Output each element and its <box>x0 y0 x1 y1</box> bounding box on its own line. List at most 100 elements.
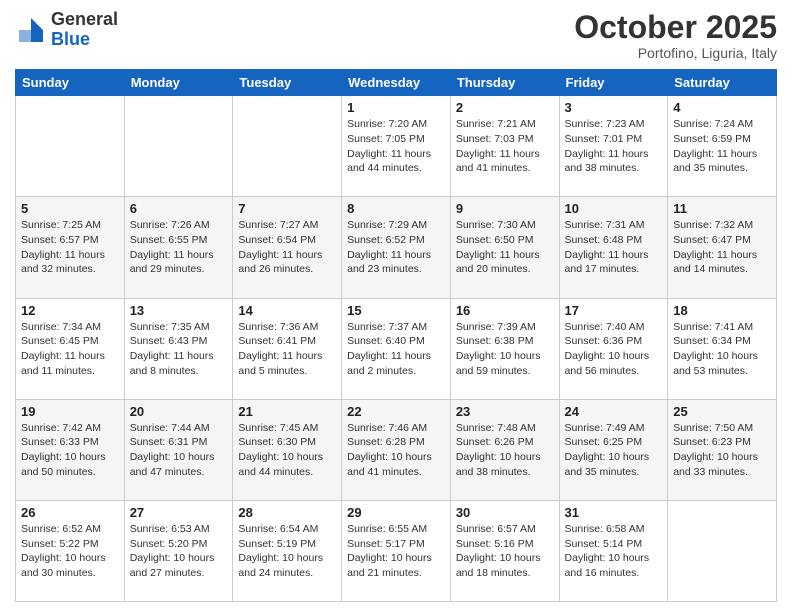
day-info: Sunrise: 7:35 AMSunset: 6:43 PMDaylight:… <box>130 320 228 379</box>
day-info: Sunrise: 7:45 AMSunset: 6:30 PMDaylight:… <box>238 421 336 480</box>
calendar-cell-w4-d4: 30Sunrise: 6:57 AMSunset: 5:16 PMDayligh… <box>450 500 559 601</box>
calendar-cell-w2-d0: 12 Sunrise: 7:34 AMSunset: 6:45 PMDayligh… <box>16 298 125 399</box>
day-info: Sunrise: 7:49 AMSunset: 6:25 PMDaylight:… <box>565 421 663 480</box>
day-number: 4 <box>673 100 771 115</box>
calendar-cell-w2-d4: 16 Sunrise: 7:39 AMSunset: 6:38 PMDayligh… <box>450 298 559 399</box>
day-info: Sunrise: 7:36 AMSunset: 6:41 PMDaylight:… <box>238 320 336 379</box>
calendar-cell-w1-d3: 8 Sunrise: 7:29 AMSunset: 6:52 PMDaylight… <box>342 197 451 298</box>
day-info: Sunrise: 6:53 AMSunset: 5:20 PMDaylight:… <box>130 522 228 581</box>
day-number: 22 <box>347 404 445 419</box>
day-number: 9 <box>456 201 554 216</box>
logo-text: General Blue <box>51 10 118 50</box>
weekday-header-row: Sunday Monday Tuesday Wednesday Thursday… <box>16 70 777 96</box>
day-info: Sunrise: 6:55 AMSunset: 5:17 PMDaylight:… <box>347 522 445 581</box>
header-tuesday: Tuesday <box>233 70 342 96</box>
calendar-cell-w0-d4: 2 Sunrise: 7:21 AMSunset: 7:03 PMDaylight… <box>450 96 559 197</box>
logo: General Blue <box>15 10 118 50</box>
day-number: 19 <box>21 404 119 419</box>
week-row-2: 12 Sunrise: 7:34 AMSunset: 6:45 PMDayligh… <box>16 298 777 399</box>
day-number: 29 <box>347 505 445 520</box>
day-number: 7 <box>238 201 336 216</box>
calendar-cell-w3-d3: 22 Sunrise: 7:46 AMSunset: 6:28 PMDayligh… <box>342 399 451 500</box>
day-info: Sunrise: 7:39 AMSunset: 6:38 PMDaylight:… <box>456 320 554 379</box>
calendar-cell-w3-d0: 19 Sunrise: 7:42 AMSunset: 6:33 PMDayligh… <box>16 399 125 500</box>
day-number: 8 <box>347 201 445 216</box>
day-number: 28 <box>238 505 336 520</box>
calendar-cell-w1-d5: 10Sunrise: 7:31 AMSunset: 6:48 PMDayligh… <box>559 197 668 298</box>
day-info: Sunrise: 7:29 AMSunset: 6:52 PMDaylight:… <box>347 218 445 277</box>
title-block: October 2025 Portofino, Liguria, Italy <box>574 10 777 61</box>
calendar-cell-w1-d0: 5 Sunrise: 7:25 AMSunset: 6:57 PMDaylight… <box>16 197 125 298</box>
calendar-cell-w1-d1: 6Sunrise: 7:26 AMSunset: 6:55 PMDaylight… <box>124 197 233 298</box>
day-info: Sunrise: 6:52 AMSunset: 5:22 PMDaylight:… <box>21 522 119 581</box>
day-number: 2 <box>456 100 554 115</box>
calendar-cell-w3-d2: 21 Sunrise: 7:45 AMSunset: 6:30 PMDayligh… <box>233 399 342 500</box>
logo-general: General <box>51 9 118 29</box>
week-row-4: 26 Sunrise: 6:52 AMSunset: 5:22 PMDayligh… <box>16 500 777 601</box>
week-row-3: 19 Sunrise: 7:42 AMSunset: 6:33 PMDayligh… <box>16 399 777 500</box>
calendar-cell-w2-d3: 15 Sunrise: 7:37 AMSunset: 6:40 PMDayligh… <box>342 298 451 399</box>
day-number: 16 <box>456 303 554 318</box>
day-number: 1 <box>347 100 445 115</box>
calendar-table: Sunday Monday Tuesday Wednesday Thursday… <box>15 69 777 602</box>
header-saturday: Saturday <box>668 70 777 96</box>
day-number: 25 <box>673 404 771 419</box>
day-number: 27 <box>130 505 228 520</box>
logo-icon <box>15 14 47 46</box>
calendar-cell-w1-d6: 11 Sunrise: 7:32 AMSunset: 6:47 PMDayligh… <box>668 197 777 298</box>
day-info: Sunrise: 7:34 AMSunset: 6:45 PMDaylight:… <box>21 320 119 379</box>
day-number: 24 <box>565 404 663 419</box>
calendar-cell-w2-d1: 13 Sunrise: 7:35 AMSunset: 6:43 PMDayligh… <box>124 298 233 399</box>
day-number: 15 <box>347 303 445 318</box>
day-number: 11 <box>673 201 771 216</box>
month-title: October 2025 <box>574 10 777 45</box>
day-info: Sunrise: 7:37 AMSunset: 6:40 PMDaylight:… <box>347 320 445 379</box>
day-info: Sunrise: 7:32 AMSunset: 6:47 PMDaylight:… <box>673 218 771 277</box>
header-sunday: Sunday <box>16 70 125 96</box>
calendar-cell-w1-d4: 9 Sunrise: 7:30 AMSunset: 6:50 PMDaylight… <box>450 197 559 298</box>
location-subtitle: Portofino, Liguria, Italy <box>574 45 777 61</box>
calendar-cell-w0-d6: 4Sunrise: 7:24 AMSunset: 6:59 PMDaylight… <box>668 96 777 197</box>
calendar-cell-w0-d5: 3Sunrise: 7:23 AMSunset: 7:01 PMDaylight… <box>559 96 668 197</box>
header: General Blue October 2025 Portofino, Lig… <box>15 10 777 61</box>
calendar-cell-w2-d5: 17Sunrise: 7:40 AMSunset: 6:36 PMDayligh… <box>559 298 668 399</box>
day-number: 5 <box>21 201 119 216</box>
header-thursday: Thursday <box>450 70 559 96</box>
day-number: 14 <box>238 303 336 318</box>
calendar-cell-w2-d6: 18Sunrise: 7:41 AMSunset: 6:34 PMDayligh… <box>668 298 777 399</box>
calendar-cell-w0-d1 <box>124 96 233 197</box>
day-info: Sunrise: 7:25 AMSunset: 6:57 PMDaylight:… <box>21 218 119 277</box>
day-info: Sunrise: 7:23 AMSunset: 7:01 PMDaylight:… <box>565 117 663 176</box>
day-number: 31 <box>565 505 663 520</box>
day-info: Sunrise: 7:48 AMSunset: 6:26 PMDaylight:… <box>456 421 554 480</box>
day-number: 21 <box>238 404 336 419</box>
day-number: 26 <box>21 505 119 520</box>
calendar-cell-w4-d6 <box>668 500 777 601</box>
day-info: Sunrise: 6:58 AMSunset: 5:14 PMDaylight:… <box>565 522 663 581</box>
calendar-cell-w3-d4: 23Sunrise: 7:48 AMSunset: 6:26 PMDayligh… <box>450 399 559 500</box>
header-monday: Monday <box>124 70 233 96</box>
calendar-cell-w4-d1: 27 Sunrise: 6:53 AMSunset: 5:20 PMDayligh… <box>124 500 233 601</box>
calendar-cell-w4-d2: 28 Sunrise: 6:54 AMSunset: 5:19 PMDayligh… <box>233 500 342 601</box>
page: General Blue October 2025 Portofino, Lig… <box>0 0 792 612</box>
day-info: Sunrise: 6:54 AMSunset: 5:19 PMDaylight:… <box>238 522 336 581</box>
day-info: Sunrise: 7:42 AMSunset: 6:33 PMDaylight:… <box>21 421 119 480</box>
day-number: 18 <box>673 303 771 318</box>
day-number: 17 <box>565 303 663 318</box>
day-number: 12 <box>21 303 119 318</box>
week-row-1: 5 Sunrise: 7:25 AMSunset: 6:57 PMDaylight… <box>16 197 777 298</box>
week-row-0: 1Sunrise: 7:20 AMSunset: 7:05 PMDaylight… <box>16 96 777 197</box>
day-info: Sunrise: 7:30 AMSunset: 6:50 PMDaylight:… <box>456 218 554 277</box>
calendar-cell-w3-d5: 24 Sunrise: 7:49 AMSunset: 6:25 PMDayligh… <box>559 399 668 500</box>
calendar-cell-w4-d0: 26 Sunrise: 6:52 AMSunset: 5:22 PMDayligh… <box>16 500 125 601</box>
calendar-cell-w0-d3: 1Sunrise: 7:20 AMSunset: 7:05 PMDaylight… <box>342 96 451 197</box>
day-number: 20 <box>130 404 228 419</box>
calendar-cell-w3-d6: 25Sunrise: 7:50 AMSunset: 6:23 PMDayligh… <box>668 399 777 500</box>
day-info: Sunrise: 7:21 AMSunset: 7:03 PMDaylight:… <box>456 117 554 176</box>
day-info: Sunrise: 7:31 AMSunset: 6:48 PMDaylight:… <box>565 218 663 277</box>
day-info: Sunrise: 7:46 AMSunset: 6:28 PMDaylight:… <box>347 421 445 480</box>
day-number: 13 <box>130 303 228 318</box>
day-info: Sunrise: 7:44 AMSunset: 6:31 PMDaylight:… <box>130 421 228 480</box>
logo-blue: Blue <box>51 29 90 49</box>
header-wednesday: Wednesday <box>342 70 451 96</box>
